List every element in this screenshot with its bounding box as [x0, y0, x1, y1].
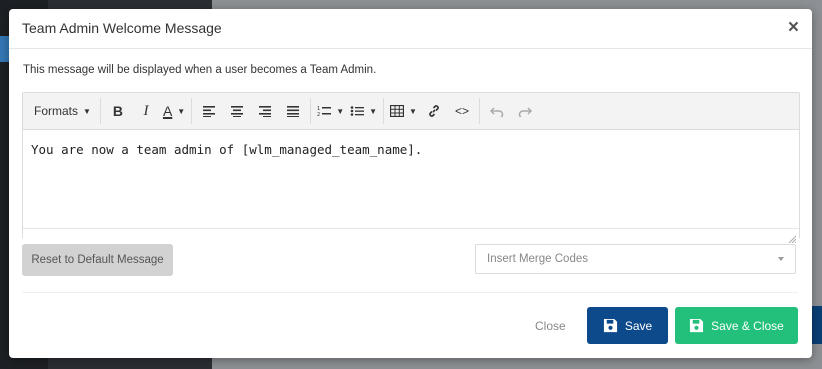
- align-left-icon[interactable]: [195, 99, 223, 123]
- save-icon: [603, 318, 617, 333]
- formats-dropdown[interactable]: Formats ▼: [26, 99, 97, 123]
- bold-icon[interactable]: B: [104, 99, 132, 123]
- font-color-icon[interactable]: A ▼: [160, 99, 188, 123]
- redo-icon[interactable]: [511, 99, 539, 123]
- close-icon[interactable]: ×: [788, 18, 799, 38]
- italic-icon[interactable]: I: [132, 99, 160, 123]
- merge-codes-select[interactable]: Insert Merge Codes: [475, 244, 796, 274]
- code-icon[interactable]: <>: [448, 99, 476, 123]
- chevron-down-icon: [778, 257, 784, 261]
- resize-handle-icon[interactable]: [788, 235, 796, 243]
- editor-content[interactable]: You are now a team admin of [wlm_managed…: [23, 130, 799, 228]
- editor-toolbar: Formats ▼ B I A ▼ 1 2 ▼ ▼ ▼ <>: [23, 93, 799, 130]
- svg-text:2: 2: [317, 112, 320, 117]
- save-and-close-button[interactable]: Save & Close: [675, 307, 798, 344]
- save-close-label: Save & Close: [711, 318, 784, 333]
- sidebar-active-indicator: [0, 36, 9, 62]
- align-justify-icon[interactable]: [279, 99, 307, 123]
- align-center-icon[interactable]: [223, 99, 251, 123]
- undo-icon[interactable]: [483, 99, 511, 123]
- divider: [22, 292, 798, 293]
- chevron-down-icon: ▼: [83, 106, 91, 116]
- formats-label: Formats: [34, 104, 79, 118]
- save-label: Save: [624, 318, 653, 333]
- align-right-icon[interactable]: [251, 99, 279, 123]
- modal-header: Team Admin Welcome Message ×: [9, 9, 812, 49]
- link-icon[interactable]: [420, 99, 448, 123]
- backdrop-button: [812, 306, 822, 344]
- table-icon[interactable]: ▼: [387, 99, 420, 123]
- save-icon: [690, 318, 704, 333]
- close-button[interactable]: Close: [535, 319, 566, 333]
- reset-default-button[interactable]: Reset to Default Message: [22, 244, 173, 276]
- bulleted-list-icon[interactable]: ▼: [347, 99, 380, 123]
- modal-title: Team Admin Welcome Message: [22, 20, 222, 36]
- merge-codes-placeholder: Insert Merge Codes: [487, 253, 588, 265]
- numbered-list-icon[interactable]: 12 ▼: [314, 99, 347, 123]
- save-button[interactable]: Save: [587, 307, 668, 344]
- rich-text-editor: Formats ▼ B I A ▼ 1 2 ▼ ▼ ▼ <> You are n…: [22, 92, 800, 245]
- editor-statusbar: [23, 228, 799, 245]
- team-admin-welcome-modal: Team Admin Welcome Message × This messag…: [9, 9, 812, 358]
- modal-description: This message will be displayed when a us…: [23, 64, 377, 76]
